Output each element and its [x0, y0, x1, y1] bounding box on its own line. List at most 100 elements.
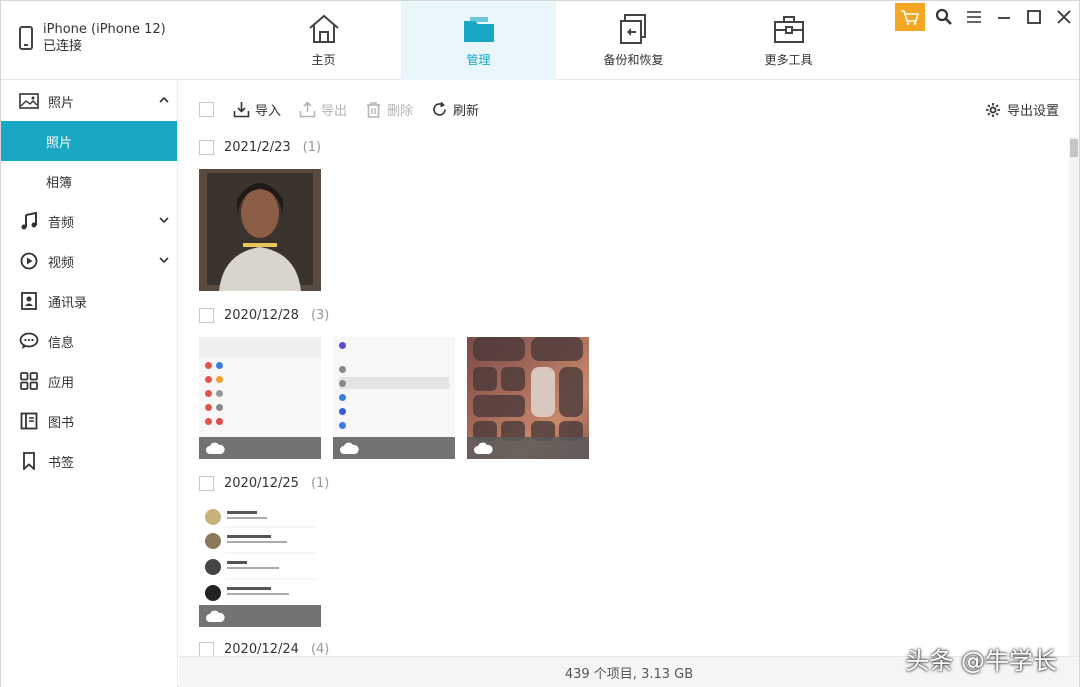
group-date: 2020/12/24: [224, 641, 299, 657]
sidebar-item-label: 音频: [48, 215, 75, 231]
sidebar-item-books[interactable]: 图书: [1, 401, 177, 441]
maximize-button[interactable]: [1019, 3, 1049, 31]
cloud-badge: [467, 437, 589, 459]
group-checkbox[interactable]: [199, 475, 214, 491]
book-icon: [19, 411, 39, 431]
sidebar-item-apps[interactable]: 应用: [1, 361, 177, 401]
maximize-icon: [1027, 10, 1041, 24]
import-button[interactable]: 导入: [233, 100, 281, 119]
portrait-image: [199, 169, 321, 291]
photo-thumbnail[interactable]: [199, 169, 321, 291]
minimize-button[interactable]: [989, 3, 1019, 31]
music-icon: [19, 211, 39, 231]
sidebar-item-label: 视频: [48, 255, 75, 271]
toolbar: 导入 导出 删除 刷新 导出设置: [179, 81, 1079, 137]
search-icon: [935, 8, 952, 25]
sidebar-item-label: 应用: [48, 375, 75, 391]
chat-list-image: [205, 509, 317, 601]
menu-button[interactable]: [959, 3, 989, 31]
tab-backup-restore[interactable]: 备份和恢复: [556, 1, 711, 80]
sidebar-item-photos[interactable]: 照片: [1, 81, 177, 121]
toolbox-icon: [773, 16, 804, 43]
date-group-header: 2021/2/23 (1): [179, 137, 1079, 157]
cart-icon: [901, 10, 920, 25]
scrollbar-thumb[interactable]: [1070, 139, 1078, 157]
photo-content: 导入 导出 删除 刷新 导出设置 2021/2/23 (1) 2020/12/2…: [179, 81, 1079, 656]
close-icon: [1057, 10, 1071, 24]
gear-icon: [985, 102, 1000, 117]
cloud-icon: [206, 442, 225, 454]
sidebar-item-label: 信息: [48, 335, 75, 351]
window-controls: [895, 3, 1079, 31]
import-label: 导入: [255, 103, 282, 119]
sidebar: 照片 照片 相簿 音频 视频 通讯录 信息 应用 图书 书签: [1, 81, 178, 687]
apps-icon: [19, 371, 39, 391]
group-count: (1): [302, 139, 322, 155]
group-count: (3): [310, 307, 330, 323]
export-button[interactable]: 导出: [299, 100, 347, 119]
device-info[interactable]: iPhone (iPhone 12) 已连接: [19, 21, 166, 55]
group-checkbox[interactable]: [199, 307, 214, 323]
group-date: 2020/12/25: [224, 475, 299, 491]
vertical-scrollbar[interactable]: [1069, 137, 1079, 656]
chevron-up-icon: [159, 96, 169, 103]
import-icon: [233, 101, 250, 117]
play-icon: [19, 251, 39, 271]
tab-manage[interactable]: 管理: [401, 1, 556, 80]
tab-more-tools[interactable]: 更多工具: [711, 1, 866, 80]
sidebar-item-albums[interactable]: 相簿: [1, 161, 177, 201]
close-button[interactable]: [1049, 3, 1079, 31]
photo-thumbnail[interactable]: [199, 505, 321, 627]
chevron-down-icon: [159, 217, 169, 224]
refresh-button[interactable]: 刷新: [431, 100, 479, 119]
sidebar-item-contacts[interactable]: 通讯录: [1, 281, 177, 321]
thumbnail-row: [179, 169, 1079, 291]
group-count: (4): [310, 641, 330, 657]
photo-thumbnail[interactable]: [467, 337, 589, 459]
sidebar-item-label: 书签: [48, 455, 75, 471]
bookmark-icon: [19, 451, 39, 471]
folder-icon: [463, 17, 494, 42]
export-label: 导出: [321, 103, 348, 119]
export-settings-button[interactable]: 导出设置: [985, 100, 1059, 119]
search-button[interactable]: [929, 3, 959, 31]
tab-backup-label: 备份和恢复: [603, 53, 664, 67]
cloud-icon: [340, 442, 359, 454]
group-checkbox[interactable]: [199, 139, 214, 155]
select-all-checkbox[interactable]: [199, 101, 214, 117]
chevron-down-icon: [159, 257, 169, 264]
delete-button[interactable]: 删除: [365, 100, 413, 119]
shop-button[interactable]: [895, 3, 925, 31]
sidebar-item-bookmarks[interactable]: 书签: [1, 441, 177, 481]
device-status: 已连接: [43, 39, 83, 54]
photo-thumbnail[interactable]: [199, 337, 321, 459]
cloud-icon: [474, 442, 493, 454]
image-icon: [19, 91, 39, 111]
message-icon: [19, 331, 39, 351]
cloud-icon: [206, 610, 225, 622]
trash-icon: [367, 101, 381, 118]
sidebar-item-photos-all[interactable]: 照片: [1, 121, 177, 161]
device-name: iPhone (iPhone 12): [43, 22, 166, 37]
sidebar-item-messages[interactable]: 信息: [1, 321, 177, 361]
header-bar: iPhone (iPhone 12) 已连接 主页 管理 备份和恢复 更多工具: [1, 1, 1079, 80]
sidebar-item-label: 相簿: [46, 175, 73, 191]
group-checkbox[interactable]: [199, 641, 214, 656]
date-group-header: 2020/12/28 (3): [179, 305, 1079, 325]
sidebar-item-video[interactable]: 视频: [1, 241, 177, 281]
tab-home[interactable]: 主页: [246, 1, 401, 80]
export-icon: [299, 100, 316, 117]
home-icon: [308, 14, 339, 43]
sidebar-item-audio[interactable]: 音频: [1, 201, 177, 241]
sidebar-item-label: 照片: [46, 135, 73, 151]
app-window: iPhone (iPhone 12) 已连接 主页 管理 备份和恢复 更多工具: [0, 0, 1080, 687]
group-date: 2021/2/23: [224, 139, 291, 155]
date-group-header: 2020/12/25 (1): [179, 473, 1079, 493]
refresh-label: 刷新: [453, 103, 480, 119]
phone-icon: [19, 26, 33, 50]
photo-thumbnail[interactable]: [333, 337, 455, 459]
refresh-icon: [433, 101, 446, 116]
contact-icon: [19, 291, 39, 311]
delete-label: 删除: [387, 103, 414, 119]
group-count: (1): [310, 475, 330, 491]
